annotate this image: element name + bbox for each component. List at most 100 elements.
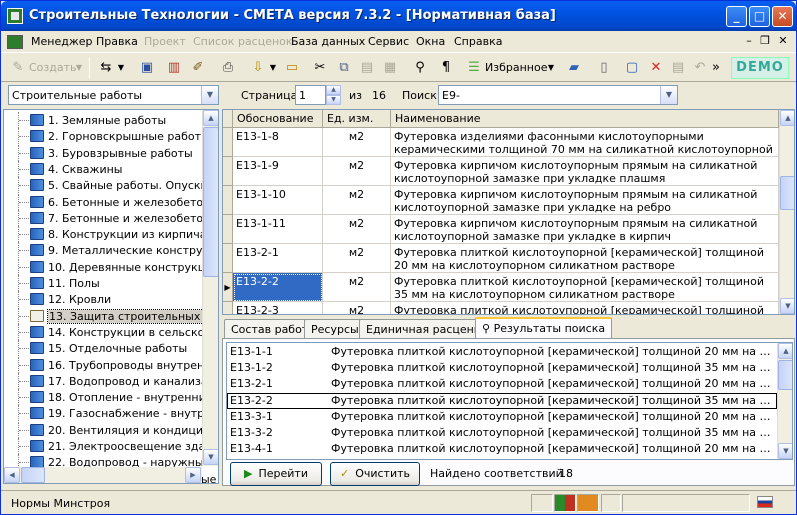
table-row[interactable]: Е13-2-1 м2 Футеровка плиткой кислотоупорно… bbox=[223, 244, 779, 273]
column-header-unit[interactable]: Ед. изм. bbox=[323, 110, 391, 128]
grid-scroll-down-icon[interactable]: ▼ bbox=[780, 298, 794, 314]
cell-code[interactable]: Е13-2-3 bbox=[233, 302, 323, 314]
find-icon[interactable]: ⚲ bbox=[409, 57, 431, 79]
mdi-restore-icon[interactable]: ❐ bbox=[758, 34, 772, 47]
tab-resources[interactable]: Ресурсы bbox=[304, 319, 366, 339]
scroll-right-icon[interactable]: ▶ bbox=[185, 467, 201, 483]
chevron-down-icon[interactable]: ▼ bbox=[201, 86, 218, 104]
create-button[interactable]: Создать bbox=[29, 57, 77, 79]
goto-button[interactable]: ▶ Перейти bbox=[230, 462, 322, 486]
list-item[interactable]: Е13-4-2 Футеровка плиткой кислотоупорной … bbox=[227, 457, 777, 459]
save-icon[interactable]: ▣ bbox=[136, 57, 158, 79]
grid-scroll-thumb[interactable] bbox=[780, 176, 794, 210]
cell-name[interactable]: Футеровка плиткой кислотоупорной [керами… bbox=[391, 244, 779, 273]
cell-code[interactable]: Е13-2-1 bbox=[233, 244, 323, 273]
copy-icon[interactable]: ⧉ bbox=[333, 57, 355, 79]
tree-item[interactable]: 17. Водопровод и канализация bbox=[4, 372, 218, 389]
toolbar-overflow-icon[interactable]: » bbox=[709, 57, 723, 79]
books-icon[interactable] bbox=[554, 494, 576, 512]
cell-unit[interactable]: м2 bbox=[323, 157, 391, 186]
app-icon[interactable] bbox=[7, 8, 23, 24]
menu-help[interactable]: Справка bbox=[454, 35, 502, 48]
spin-up-icon[interactable]: ▲ bbox=[326, 85, 341, 95]
menu-project[interactable]: Проект bbox=[144, 35, 186, 48]
row-indicator[interactable] bbox=[223, 244, 233, 273]
cell-code[interactable]: Е13-1-11 bbox=[233, 215, 323, 244]
list-item[interactable]: Е13-2-1 Футеровка плиткой кислотоупорной … bbox=[227, 376, 777, 392]
tree-item[interactable]: 10. Деревянные конструкции bbox=[4, 258, 218, 275]
clear-button[interactable]: ✓ Очистить bbox=[330, 462, 420, 486]
scroll-up-icon[interactable]: ▲ bbox=[203, 110, 218, 126]
package-icon[interactable] bbox=[577, 494, 599, 512]
column-header-name[interactable]: Наименование bbox=[391, 110, 779, 128]
tree-item[interactable]: 19. Газоснабжение - внутренн bbox=[4, 405, 218, 422]
tree-item[interactable]: 8. Конструкции из кирпича и б bbox=[4, 226, 218, 243]
table-row[interactable]: Е13-1-8 м2 Футеровка изделиями фасонными к… bbox=[223, 128, 779, 157]
stack-icon[interactable]: ▤ bbox=[667, 57, 689, 79]
menu-service[interactable]: Сервис bbox=[368, 35, 409, 48]
new-document-icon[interactable]: ▢ bbox=[621, 57, 643, 79]
tree-item[interactable]: 20. Вентиляция и кондиционир bbox=[4, 421, 218, 438]
scroll-down-icon[interactable]: ▼ bbox=[203, 449, 218, 465]
hscroll-thumb[interactable] bbox=[21, 467, 45, 483]
tab-unit-rate[interactable]: Единичная расценка bbox=[359, 319, 495, 339]
pilcrow-icon[interactable]: ¶ bbox=[435, 57, 457, 79]
list-item[interactable]: Е13-4-1 Футеровка плиткой кислотоупорной … bbox=[227, 441, 777, 457]
tree-item[interactable]: 18. Отопление - внутренние ус bbox=[4, 389, 218, 406]
close-button[interactable]: ✕ bbox=[772, 6, 793, 27]
cell-unit[interactable]: м2 bbox=[323, 128, 391, 157]
list-item[interactable]: Е13-2-2 Футеровка плиткой кислотоупорной … bbox=[227, 392, 777, 409]
page-input[interactable]: 1 bbox=[295, 85, 326, 105]
table-row[interactable]: Е13-1-9 м2 Футеровка кирпичом кислотоупорн… bbox=[223, 157, 779, 186]
cell-name[interactable]: Футеровка плиткой кислотоупорной [керами… bbox=[391, 302, 779, 314]
database-icon[interactable]: ▯ bbox=[593, 57, 615, 79]
row-indicator[interactable] bbox=[223, 128, 233, 157]
tree-horizontal-scrollbar[interactable]: ◀ ▶ bbox=[4, 467, 202, 483]
menu-database[interactable]: База данных bbox=[291, 35, 365, 48]
paste-special-icon[interactable]: ▦ bbox=[379, 57, 401, 79]
search-input[interactable]: Е9- ▼ bbox=[438, 85, 678, 105]
cell-unit[interactable]: м2 bbox=[323, 186, 391, 215]
column-header-code[interactable]: Обоснование bbox=[233, 110, 323, 128]
row-indicator[interactable] bbox=[223, 157, 233, 186]
list-item[interactable]: Е13-3-2 Футеровка плиткой кислотоупорной … bbox=[227, 425, 777, 441]
chart-icon[interactable]: ▥ bbox=[163, 57, 185, 79]
print-icon[interactable]: ⎙ bbox=[217, 57, 239, 79]
mdi-close-icon[interactable]: ✕ bbox=[776, 34, 790, 47]
cell-unit[interactable]: м2 bbox=[323, 215, 391, 244]
paste-icon[interactable]: ▤ bbox=[356, 57, 378, 79]
spin-down-icon[interactable]: ▼ bbox=[326, 95, 341, 105]
menu-windows[interactable]: Окна bbox=[416, 35, 445, 48]
tree-item[interactable]: 6. Бетонные и железобетонны bbox=[4, 193, 218, 210]
list-item[interactable]: Е13-1-2 Футеровка плиткой кислотоупорной … bbox=[227, 360, 777, 376]
favorites-button[interactable]: Избранное bbox=[485, 57, 547, 79]
cell-unit[interactable]: м2 bbox=[323, 302, 391, 314]
library-icon[interactable]: ▰ bbox=[563, 57, 585, 79]
table-row[interactable]: ▶ Е13-2-2 м2 Футеровка плиткой кислотоупорн… bbox=[223, 273, 779, 302]
tree-item[interactable]: 11. Полы bbox=[4, 275, 204, 291]
cell-code[interactable]: Е13-1-8 bbox=[233, 128, 323, 157]
navigate-icon[interactable]: ⇆ bbox=[95, 57, 117, 79]
section-tree[interactable]: 1. Земляные работы 2. Горновскрышные рабо… bbox=[3, 109, 219, 484]
tree-vertical-scrollbar[interactable]: ▲ ▼ bbox=[202, 110, 218, 466]
scroll-thumb[interactable] bbox=[203, 127, 218, 277]
results-scroll-thumb[interactable] bbox=[778, 360, 792, 390]
export-dropdown-icon[interactable]: ▼ bbox=[267, 57, 279, 79]
mdi-minimize-icon[interactable]: – bbox=[742, 34, 756, 47]
table-row[interactable]: Е13-2-3 м2 Футеровка плиткой кислотоупорно… bbox=[223, 302, 779, 314]
title-bar[interactable]: Строительные Технологии - СМЕТА версия 7… bbox=[1, 1, 796, 31]
tree-item[interactable]: 5. Свайные работы. Опускные bbox=[4, 177, 218, 194]
grid-scroll-up-icon[interactable]: ▲ bbox=[780, 110, 794, 126]
tree-item[interactable]: 7. Бетонные и железобетонны bbox=[4, 209, 218, 226]
tree-item[interactable]: 4. Скважины bbox=[4, 160, 204, 177]
tree-item[interactable]: 14. Конструкции в сельском ст bbox=[4, 323, 218, 340]
cell-name[interactable]: Футеровка кирпичом кислотоупорным прямым… bbox=[391, 157, 779, 186]
cell-code[interactable]: Е13-2-2 bbox=[233, 273, 323, 302]
cell-name[interactable]: Футеровка кирпичом кислотоупорным прямым… bbox=[391, 186, 779, 215]
tree-item[interactable]: 16. Трубопроводы внутренние bbox=[4, 356, 218, 373]
cell-unit[interactable]: м2 bbox=[323, 273, 391, 302]
tree-item[interactable]: 3. Буровзрывные работы bbox=[4, 144, 204, 161]
tab-search-results[interactable]: ⚲ Результаты поиска bbox=[475, 317, 613, 340]
category-select[interactable]: Строительные работы ▼ bbox=[8, 85, 219, 105]
cell-code[interactable]: Е13-1-10 bbox=[233, 186, 323, 215]
